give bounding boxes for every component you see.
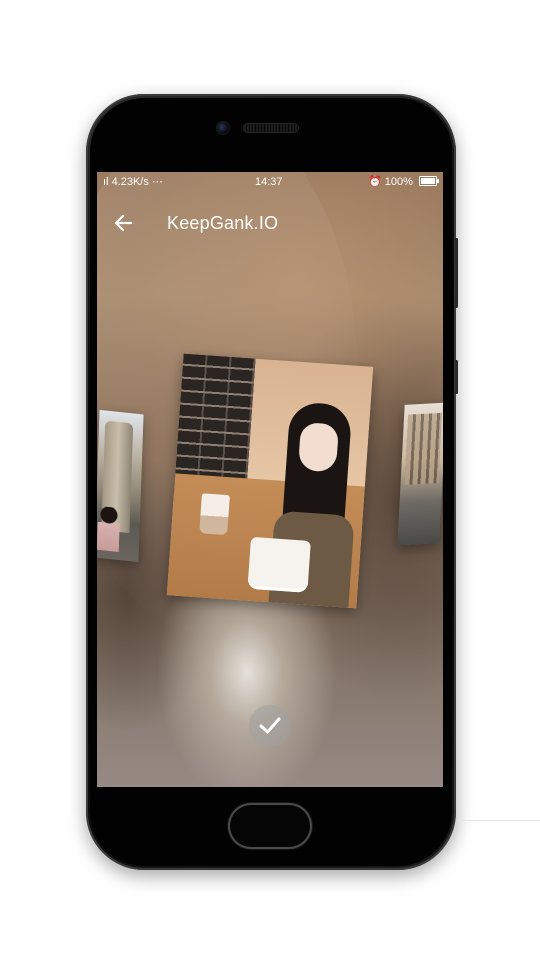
alarm-icon: ⏰ <box>368 176 382 188</box>
photo-arches <box>404 412 443 485</box>
phone-screen: ıl 4.23K/s ⋯ 14:37 ⏰ 100% KeepGank.IO <box>97 172 443 787</box>
app-bar: KeepGank.IO <box>97 200 443 246</box>
earpiece-speaker <box>244 124 298 132</box>
page: ıl 4.23K/s ⋯ 14:37 ⏰ 100% KeepGank.IO <box>0 0 540 960</box>
photo-cup-large <box>247 536 311 593</box>
volume-button <box>455 238 458 308</box>
status-left: ıl 4.23K/s ⋯ <box>103 172 163 192</box>
surface-line <box>458 820 540 821</box>
photo-person <box>97 505 121 553</box>
signal-icon: ıl <box>103 176 109 188</box>
app-title: KeepGank.IO <box>167 213 279 233</box>
network-speed: 4.23K/s ⋯ <box>111 176 163 188</box>
photo-cup-small <box>199 493 230 536</box>
back-button[interactable] <box>111 210 137 236</box>
battery-icon <box>419 176 439 186</box>
status-right: ⏰ 100% <box>368 172 439 192</box>
check-icon <box>259 717 281 734</box>
arrow-left-icon <box>114 214 133 232</box>
status-bar: ıl 4.23K/s ⋯ 14:37 ⏰ 100% <box>97 172 443 192</box>
photo-card-next[interactable] <box>397 402 443 546</box>
power-button <box>455 360 458 394</box>
photo-card-current[interactable] <box>166 353 374 609</box>
battery-percent: 100% <box>384 176 413 188</box>
photo-card-previous[interactable] <box>97 409 144 563</box>
confirm-button[interactable] <box>249 705 291 747</box>
status-time: 14:37 <box>255 176 283 188</box>
front-camera <box>217 122 229 134</box>
home-button[interactable] <box>230 805 310 847</box>
